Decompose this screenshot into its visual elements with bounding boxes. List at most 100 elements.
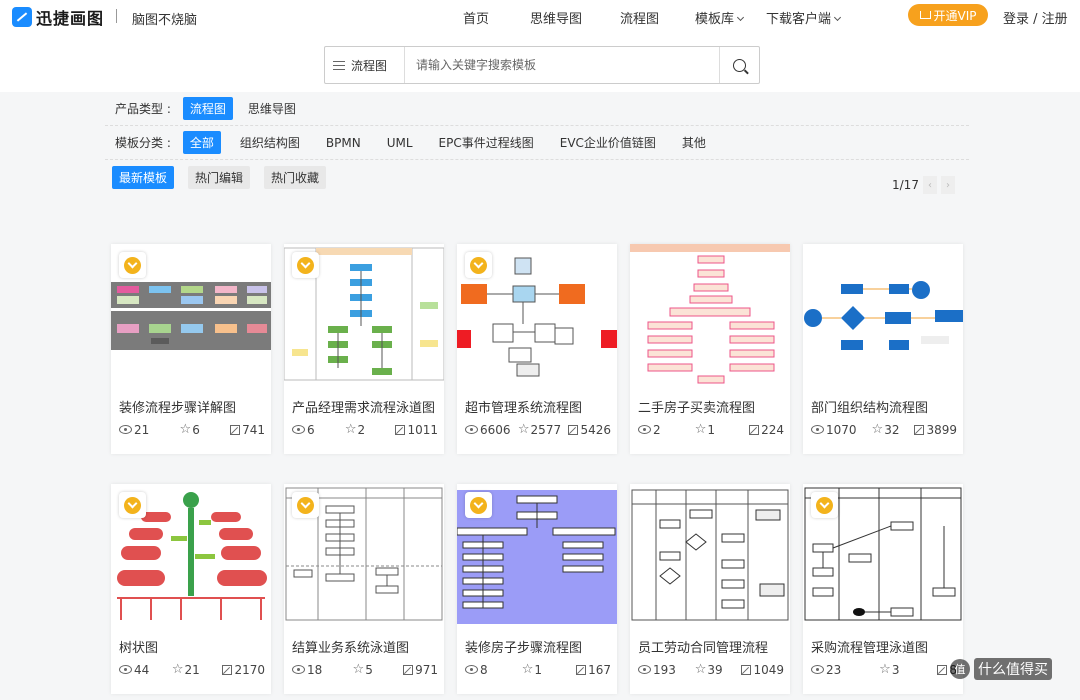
- edits-stat: 2170: [222, 662, 265, 677]
- card-stats: 44 ☆ 21 2170: [119, 662, 265, 677]
- filter-flowchart[interactable]: 流程图: [182, 97, 233, 120]
- template-card[interactable]: 超市管理系统流程图 6606 ☆ 2577 5426: [457, 244, 617, 454]
- template-card[interactable]: 结算业务系统泳道图 18 ☆ 5 971: [284, 484, 444, 694]
- card-title: 装修流程步骤详解图: [119, 401, 237, 416]
- template-card[interactable]: 员工劳动合同管理流程 193 ☆ 39 1049: [630, 484, 790, 694]
- template-card[interactable]: 采购流程管理泳道图 23 ☆3 8: [803, 484, 963, 694]
- nav-mindmap[interactable]: 思维导图: [530, 8, 582, 27]
- open-vip-button[interactable]: 开通VIP: [908, 4, 988, 26]
- nav-download[interactable]: 下载客户端: [766, 8, 842, 27]
- vip-badge-icon: [119, 252, 146, 278]
- stars-stat: ☆ 1: [695, 422, 715, 437]
- template-card[interactable]: 装修流程步骤详解图 21 ☆ 6 741: [111, 244, 271, 454]
- template-card[interactable]: 部门组织结构流程图 1070 ☆ 32 3899: [803, 244, 963, 454]
- edit-icon: [576, 664, 587, 675]
- login-register-link[interactable]: 登录 / 注册: [1003, 8, 1068, 27]
- views-count: 18: [307, 662, 323, 677]
- nav-flowchart[interactable]: 流程图: [620, 8, 659, 27]
- stars-stat: ☆ 5: [353, 662, 373, 677]
- stars-count: 39: [707, 662, 723, 677]
- edit-icon: [230, 424, 241, 435]
- top-header: 迅捷画图 脑图不烧脑 首页 思维导图 流程图 模板库 下载客户端 开通VIP 登…: [0, 0, 1080, 92]
- star-icon: ☆: [179, 422, 192, 437]
- edits-stat: 971: [403, 662, 438, 677]
- view-icon: [465, 425, 478, 434]
- sort-latest[interactable]: 最新模板: [112, 165, 175, 189]
- watermark-text: 什么值得买: [974, 658, 1052, 680]
- next-page-button[interactable]: ›: [940, 176, 955, 194]
- views-count: 1070: [826, 422, 857, 437]
- template-thumbnail: [803, 244, 963, 384]
- category-org-chart[interactable]: 组织结构图: [233, 131, 307, 154]
- prev-page-button[interactable]: ‹: [922, 176, 937, 194]
- nav-templates[interactable]: 模板库: [695, 8, 745, 27]
- edits-stat: 741: [230, 422, 265, 437]
- star-icon: ☆: [352, 662, 365, 677]
- category-all[interactable]: 全部: [182, 131, 221, 154]
- views-stat: 8: [465, 662, 488, 677]
- star-icon: ☆: [694, 422, 707, 437]
- views-count: 6606: [480, 422, 511, 437]
- views-count: 2: [653, 422, 661, 437]
- logo-text: 迅捷画图: [36, 9, 105, 28]
- watermark-icon: 值: [950, 659, 970, 679]
- stars-count: 21: [184, 662, 200, 677]
- category-filter: 模板分类 : 全部 组织结构图 BPMN UML EPC事件过程线图 EVC企业…: [105, 126, 969, 160]
- category-evc[interactable]: EVC企业价值链图: [553, 131, 663, 154]
- nav-label: 下载客户端: [766, 12, 832, 27]
- category-bpmn[interactable]: BPMN: [319, 133, 368, 153]
- views-count: 23: [826, 662, 842, 677]
- nav-label: 思维导图: [530, 12, 583, 27]
- edits-count: 741: [242, 422, 265, 437]
- views-stat: 6: [292, 422, 315, 437]
- filter-mindmap[interactable]: 思维导图: [241, 97, 303, 120]
- template-card[interactable]: 树状图 44 ☆ 21 2170: [111, 484, 271, 694]
- view-icon: [292, 425, 305, 434]
- card-stats: 21 ☆ 6 741: [119, 422, 265, 437]
- views-stat: 6606: [465, 422, 511, 437]
- template-thumbnail: [630, 244, 790, 384]
- search-icon: [733, 58, 746, 72]
- views-count: 21: [134, 422, 150, 437]
- edits-stat: 3899: [914, 422, 957, 437]
- star-icon: ☆: [871, 422, 884, 437]
- category-epc[interactable]: EPC事件过程线图: [432, 131, 541, 154]
- views-stat: 21: [119, 422, 149, 437]
- edit-icon: [937, 664, 948, 675]
- nav-home[interactable]: 首页: [463, 8, 489, 27]
- sort-tabs: 最新模板 热门编辑 热门收藏: [105, 160, 969, 194]
- stars-stat: ☆ 2: [345, 422, 365, 437]
- views-stat: 1070: [811, 422, 857, 437]
- edits-count: 3899: [926, 422, 957, 437]
- search-input[interactable]: [405, 47, 719, 83]
- filter-label: 模板分类 :: [115, 136, 171, 150]
- card-stats: 6 ☆ 2 1011: [292, 422, 438, 437]
- thumbnail-diagram: [630, 244, 790, 384]
- logo[interactable]: 迅捷画图: [12, 6, 104, 28]
- nav-label: 流程图: [620, 12, 660, 27]
- star-icon: ☆: [879, 662, 891, 677]
- views-stat: 2: [638, 422, 661, 437]
- star-icon: ☆: [517, 422, 530, 437]
- stars-stat: ☆ 39: [695, 662, 723, 677]
- card-title: 员工劳动合同管理流程: [638, 641, 769, 656]
- search-button[interactable]: [719, 47, 759, 83]
- sort-hot-fav[interactable]: 热门收藏: [264, 165, 327, 189]
- card-stats: 8 ☆ 1 167: [465, 662, 611, 677]
- template-card[interactable]: 装修房子步骤流程图 8 ☆ 1 167: [457, 484, 617, 694]
- crown-icon: [919, 11, 931, 19]
- search-type-select[interactable]: 流程图: [325, 47, 405, 83]
- views-count: 193: [653, 662, 676, 677]
- category-uml[interactable]: UML: [380, 133, 420, 153]
- sort-hot-edit[interactable]: 热门编辑: [188, 165, 251, 189]
- views-stat: 193: [638, 662, 676, 677]
- stars-count: 1: [707, 422, 716, 437]
- edit-icon: [914, 424, 925, 435]
- edit-icon: [395, 424, 406, 435]
- template-card[interactable]: 产品经理需求流程泳道图 6 ☆ 2 1011: [284, 244, 444, 454]
- template-card[interactable]: 二手房子买卖流程图 2 ☆ 1 224: [630, 244, 790, 454]
- vip-badge-icon: [292, 252, 319, 278]
- star-icon: ☆: [171, 662, 184, 677]
- category-other[interactable]: 其他: [675, 131, 713, 154]
- filter-label: 产品类型 :: [115, 102, 171, 116]
